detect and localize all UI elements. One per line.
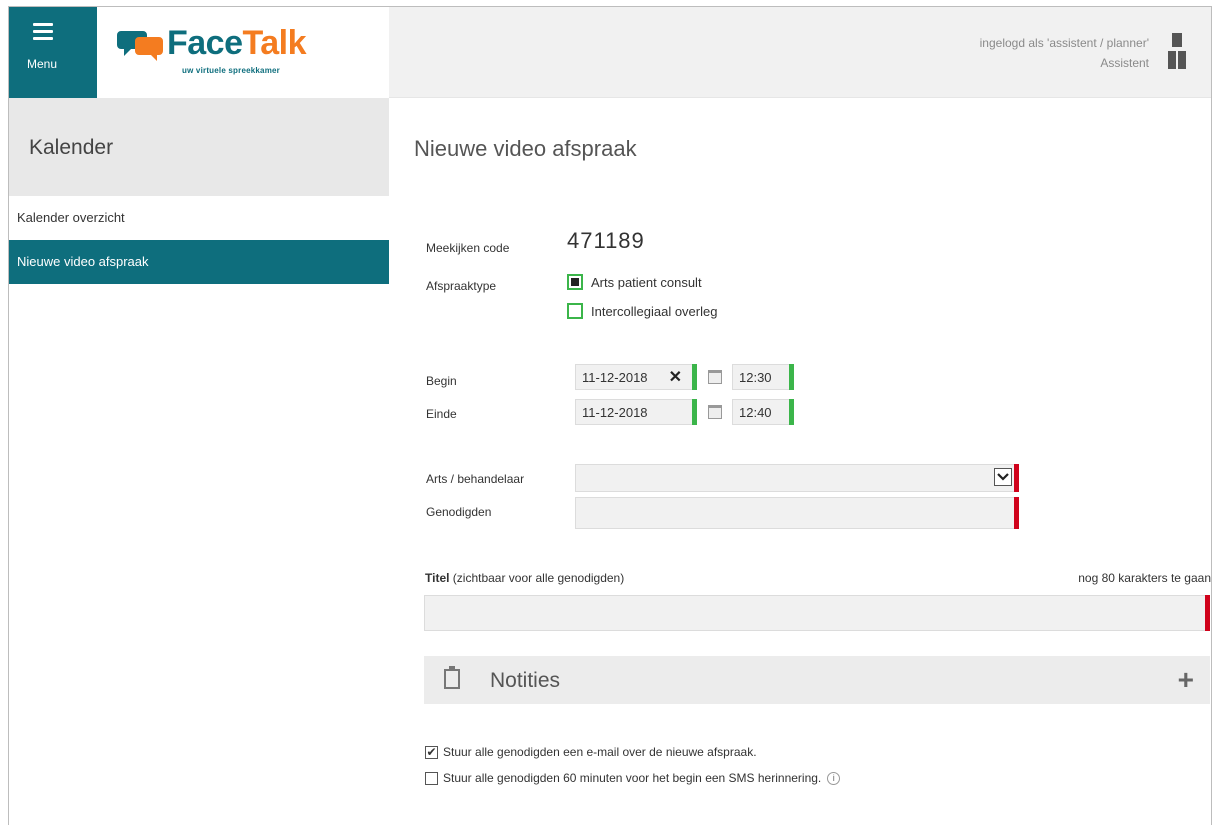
- sidebar-item-nieuwe-video-afspraak[interactable]: Nieuwe video afspraak: [9, 240, 389, 284]
- top-bar: ingelogd als 'assistent / planner' Assis…: [389, 7, 1211, 98]
- sidebar-title: Kalender: [9, 98, 389, 196]
- arts-select[interactable]: [575, 464, 1019, 492]
- arts-label: Arts / behandelaar: [426, 472, 525, 486]
- plus-icon[interactable]: +: [1178, 664, 1194, 696]
- genodigden-input[interactable]: [575, 497, 1019, 529]
- sms-option[interactable]: Stuur alle genodigden 60 minuten voor he…: [425, 771, 841, 785]
- logo-tagline: uw virtuele spreekkamer: [182, 66, 280, 75]
- chevron-down-icon[interactable]: [994, 468, 1012, 486]
- user-icon[interactable]: [1167, 31, 1187, 71]
- checkbox-unchecked[interactable]: [425, 771, 438, 785]
- menu-button[interactable]: Menu: [9, 7, 97, 98]
- speech-bubbles-icon: [117, 31, 163, 61]
- user-info: ingelogd als 'assistent / planner' Assis…: [980, 33, 1149, 73]
- checkbox-checked[interactable]: ✔: [425, 745, 438, 759]
- meekijken-code: 471189: [567, 228, 645, 253]
- app-frame: Menu FaceTalk uw virtuele spreekkamer in…: [8, 6, 1212, 825]
- email-option[interactable]: ✔ Stuur alle genodigden een e-mail over …: [425, 745, 757, 759]
- einde-date-input[interactable]: 11-12-2018: [575, 399, 697, 425]
- afspraaktype-option-arts-patient[interactable]: Arts patient consult: [567, 274, 702, 290]
- page-title: Nieuwe video afspraak: [414, 136, 637, 161]
- info-icon[interactable]: i: [827, 771, 841, 785]
- user-role: Assistent: [1100, 56, 1149, 70]
- logged-in-as: ingelogd als 'assistent / planner': [979, 36, 1149, 50]
- main-content: Nieuwe video afspraak Meekijken code 471…: [389, 98, 1211, 825]
- sidebar-item-kalender-overzicht[interactable]: Kalender overzicht: [9, 196, 389, 240]
- radio-selected: [567, 274, 583, 290]
- clipboard-icon: [444, 666, 460, 689]
- calendar-icon[interactable]: [708, 370, 722, 384]
- notities-panel[interactable]: Notities +: [424, 656, 1210, 704]
- menu-label: Menu: [27, 57, 58, 71]
- begin-date-input[interactable]: 11-12-2018 ✕: [575, 364, 697, 390]
- hamburger-icon: [33, 23, 53, 44]
- afspraaktype-label: Afspraaktype: [426, 279, 497, 293]
- notities-label: Notities: [490, 669, 561, 692]
- meekijken-label: Meekijken code: [426, 241, 510, 255]
- sidebar: Kalender Kalender overzicht Nieuwe video…: [9, 98, 389, 825]
- radio-unselected: [567, 303, 583, 319]
- genodigden-label: Genodigden: [426, 505, 492, 519]
- facetalk-logo: FaceTalk uw virtuele spreekkamer: [97, 7, 389, 98]
- titel-char-count: nog 80 karakters te gaan: [1078, 571, 1211, 585]
- calendar-icon[interactable]: [708, 405, 722, 419]
- afspraaktype-option-intercollegiaal[interactable]: Intercollegiaal overleg: [567, 303, 717, 319]
- logo-wordmark: FaceTalk: [167, 24, 307, 62]
- begin-label: Begin: [426, 374, 457, 388]
- titel-label: Titel (zichtbaar voor alle genodigden): [425, 571, 625, 585]
- clear-icon[interactable]: ✕: [669, 367, 682, 387]
- einde-time-input[interactable]: 12:40: [732, 399, 794, 425]
- begin-time-input[interactable]: 12:30: [732, 364, 794, 390]
- einde-label: Einde: [426, 407, 457, 421]
- titel-input[interactable]: [424, 595, 1210, 631]
